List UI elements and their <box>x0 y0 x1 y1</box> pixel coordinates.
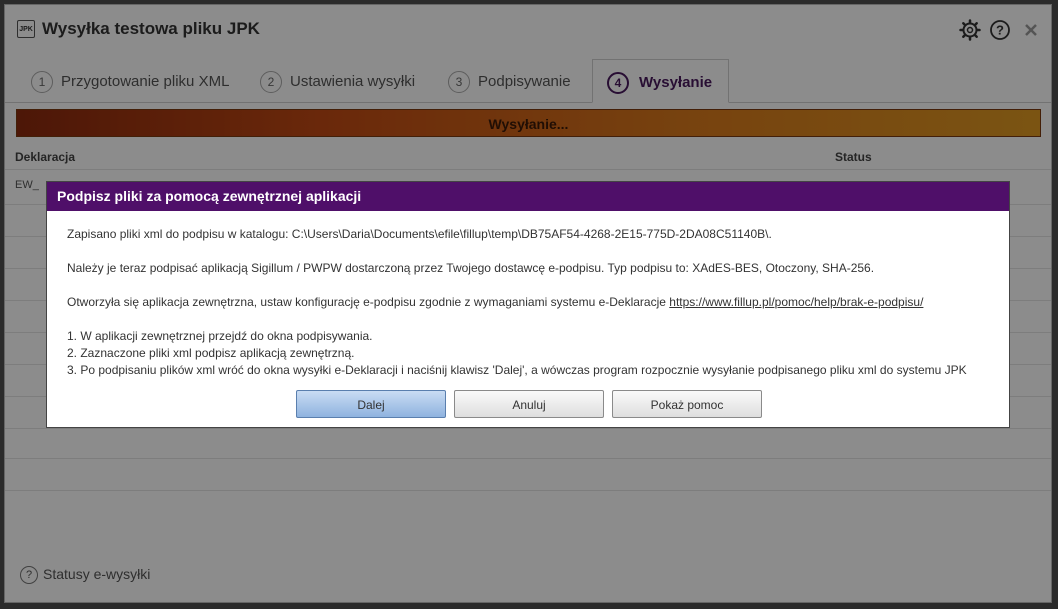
step-2: 2. Zaznaczone pliki xml podpisz aplikacj… <box>67 346 355 360</box>
dialog-title: Podpisz pliki za pomocą zewnętrznej apli… <box>47 182 1009 211</box>
help-url-link[interactable]: https://www.fillup.pl/pomoc/help/brak-e-… <box>669 295 923 309</box>
external-sign-dialog: Podpisz pliki za pomocą zewnętrznej apli… <box>46 181 1010 428</box>
sign-instruction-message: Należy je teraz podpisać aplikacją Sigil… <box>67 261 875 275</box>
jpk-send-window: JPK Wysyłka testowa pliku JPK ? 1 Przygo… <box>4 4 1052 603</box>
cancel-button[interactable]: Anuluj <box>454 390 604 418</box>
next-button[interactable]: Dalej <box>296 390 446 418</box>
step-3: 3. Po podpisaniu plików xml wróć do okna… <box>67 363 967 377</box>
show-help-button[interactable]: Pokaż pomoc <box>612 390 762 418</box>
config-message: Otworzyła się aplikacja zewnętrzna, usta… <box>67 295 923 309</box>
step-1: 1. W aplikacji zewnętrznej przejdź do ok… <box>67 329 373 343</box>
config-message-text: Otworzyła się aplikacja zewnętrzna, usta… <box>67 295 670 309</box>
save-path-message: Zapisano pliki xml do podpisu w katalogu… <box>67 227 772 241</box>
